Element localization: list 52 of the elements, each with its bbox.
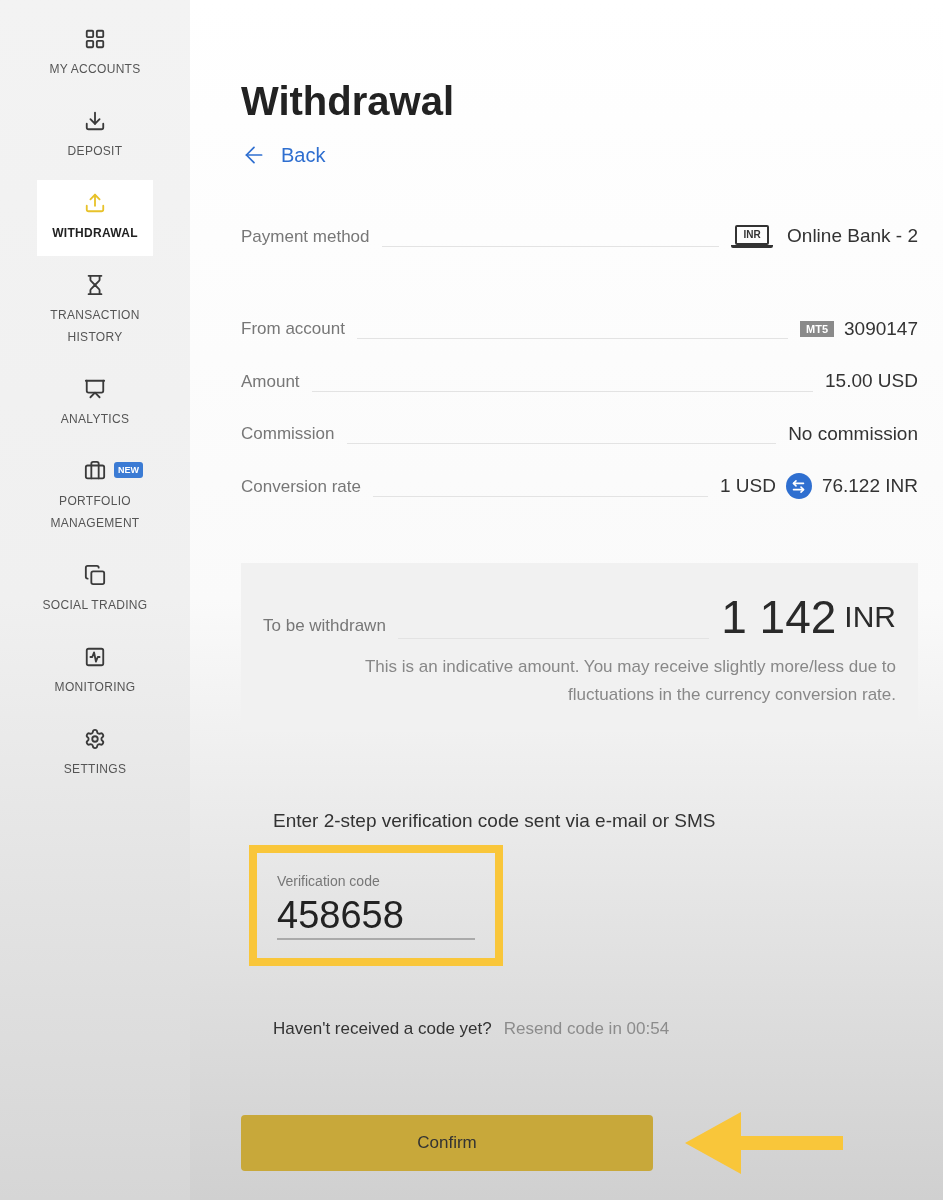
rate-to: 76.122 INR: [821, 474, 918, 498]
summary-currency: INR: [844, 598, 896, 635]
detail-label: Payment method: [241, 225, 370, 248]
summary-amount: 1 142: [721, 590, 837, 643]
detail-label: Commission: [241, 423, 335, 445]
sidebar-item[interactable]: DEPOSIT: [37, 98, 153, 174]
sidebar-label: ANALYTICS: [59, 411, 131, 428]
upload-icon: [84, 192, 106, 214]
platform-tag: MT5: [800, 320, 835, 337]
new-badge: NEW: [114, 462, 143, 478]
sidebar-label: PORTFOLIO MANAGEMENT: [49, 493, 141, 532]
cards-icon: [84, 564, 106, 586]
sidebar-item[interactable]: SOCIAL TRADING: [37, 552, 153, 628]
detail-value: 3090147: [844, 316, 918, 341]
verification-code-field[interactable]: 458658: [277, 892, 475, 940]
field-label: Verification code: [277, 872, 381, 891]
sidebar-label: SETTINGS: [62, 761, 128, 778]
sidebar-label: MY ACCOUNTS: [48, 61, 142, 78]
sidebar-label: WITHDRAWAL: [51, 225, 139, 242]
detail-label: Amount: [241, 370, 300, 393]
sidebar-label: MONITORING: [53, 679, 137, 696]
detail-label: From account: [241, 318, 345, 340]
pulse-icon: [84, 646, 106, 668]
detail-value: Online Bank - 2: [787, 224, 918, 248]
detail-label: Conversion rate: [241, 475, 361, 498]
sidebar-item[interactable]: WITHDRAWAL: [37, 180, 153, 256]
detail-value: 15.00 USD: [825, 369, 918, 393]
download-icon: [84, 110, 106, 132]
sidebar-item[interactable]: MONITORING: [37, 634, 153, 710]
resend-question: Haven't received a code yet?: [273, 1018, 492, 1040]
back-link[interactable]: Back: [241, 140, 326, 170]
sidebar-item[interactable]: ANALYTICS: [37, 366, 153, 442]
sidebar-label: DEPOSIT: [66, 143, 124, 160]
sidebar-item[interactable]: NEW PORTFOLIO MANAGEMENT: [37, 448, 153, 546]
detail-value: No commission: [788, 421, 918, 446]
confirm-button[interactable]: Confirm: [241, 1114, 653, 1171]
sidebar-item[interactable]: SETTINGS: [37, 716, 153, 792]
chart-board-icon: [84, 378, 106, 400]
indicative-note: This is an indicative amount. You may receive slightly more/less due to fluctuations in the currency conversion rate.: [363, 655, 896, 706]
summary-label: To be withdrawn: [263, 615, 386, 637]
rate-from: 1 USD: [719, 474, 776, 498]
exchange-icon: [785, 473, 812, 500]
sidebar-label: SOCIAL TRADING: [41, 597, 149, 614]
grid-icon: [84, 28, 106, 50]
settings-icon: [84, 728, 106, 750]
page-title: Withdrawal: [241, 78, 455, 125]
resend-countdown: Resend code in 00:54: [503, 1018, 670, 1040]
verification-instruction: Enter 2-step verification code sent via e-mail or SMS: [273, 808, 717, 833]
sidebar-item[interactable]: MY ACCOUNTS: [37, 16, 153, 92]
sidebar-label: TRANSACTION HISTORY: [49, 307, 141, 346]
sidebar-item[interactable]: TRANSACTION HISTORY: [37, 262, 153, 360]
briefcase-icon: [84, 460, 106, 482]
